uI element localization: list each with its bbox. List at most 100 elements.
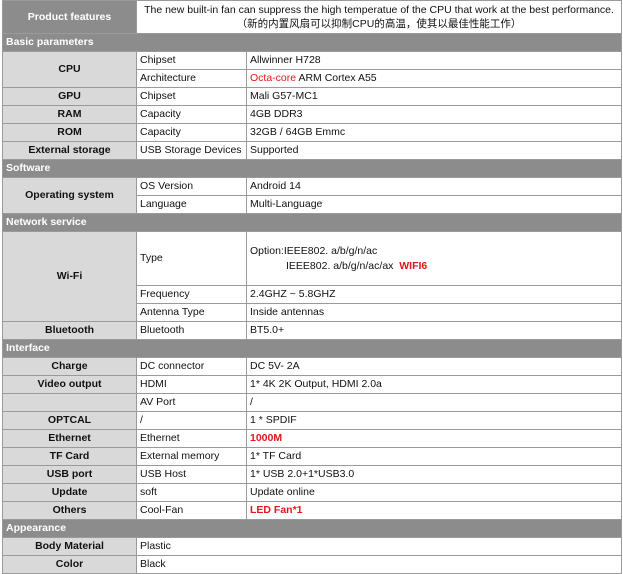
- section-software-title: Software: [2, 159, 622, 178]
- section-network-title: Network service: [2, 213, 622, 232]
- wifi-frequency-key: Frequency: [136, 285, 247, 304]
- row-bluetooth: Bluetooth Bluetooth BT5.0+: [2, 321, 622, 340]
- row-os-version: Operating system OS Version Android 14: [2, 177, 622, 214]
- body-material-value: Plastic: [136, 537, 622, 556]
- row-gpu: GPU Chipset Mali G57-MC1: [2, 87, 622, 106]
- ram-label: RAM: [2, 105, 137, 124]
- row-tfcard: TF Card External memory 1* TF Card: [2, 447, 622, 466]
- video-hdmi-key: HDMI: [136, 375, 247, 394]
- tfcard-label: TF Card: [2, 447, 137, 466]
- gpu-key: Chipset: [136, 87, 247, 106]
- ext-storage-value: Supported: [246, 141, 622, 160]
- bluetooth-value: BT5.0+: [246, 321, 622, 340]
- video-av-value: /: [246, 393, 622, 412]
- color-value: Black: [136, 555, 622, 574]
- os-version-key: OS Version: [136, 177, 247, 196]
- tfcard-value: 1* TF Card: [246, 447, 622, 466]
- product-features-text-cn: （新的内置风扇可以抑制CPU的高温，使其以最佳性能工作）: [236, 18, 522, 30]
- section-interface: Interface: [2, 339, 622, 358]
- wifi-type-highlight: WIFI6: [399, 259, 428, 272]
- usb-label: USB port: [2, 465, 137, 484]
- update-key: soft: [136, 483, 247, 502]
- row-product-features: Product features The new built-in fan ca…: [2, 0, 622, 34]
- others-key: Cool-Fan: [136, 501, 247, 520]
- video-hdmi-value: 1* 4K 2K Output, HDMI 2.0a: [246, 375, 622, 394]
- cpu-chipset-value: Allwinner H728: [246, 51, 622, 70]
- row-rom: ROM Capacity 32GB / 64GB Emmc: [2, 123, 622, 142]
- section-basic: Basic parameters: [2, 33, 622, 52]
- spec-table: Product features The new built-in fan ca…: [2, 0, 622, 574]
- row-ext-storage: External storage USB Storage Devices Sup…: [2, 141, 622, 160]
- ethernet-key: Ethernet: [136, 429, 247, 448]
- row-others: Others Cool-Fan LED Fan*1: [2, 501, 622, 520]
- product-features-text-en: The new built-in fan can suppress the hi…: [144, 4, 614, 16]
- gpu-label: GPU: [2, 87, 137, 106]
- os-language-value: Multi-Language: [246, 195, 622, 214]
- ram-key: Capacity: [136, 105, 247, 124]
- rom-label: ROM: [2, 123, 137, 142]
- os-version-value: Android 14: [246, 177, 622, 196]
- product-features-text: The new built-in fan can suppress the hi…: [136, 0, 622, 34]
- row-usb: USB port USB Host 1* USB 2.0+1*USB3.0: [2, 465, 622, 484]
- color-label: Color: [2, 555, 137, 574]
- ethernet-label: Ethernet: [2, 429, 137, 448]
- os-language-key: Language: [136, 195, 247, 214]
- optcal-label: OPTCAL: [2, 411, 137, 430]
- row-video-hdmi: Video output HDMI 1* 4K 2K Output, HDMI …: [2, 375, 622, 394]
- video-label: Video output: [2, 375, 137, 394]
- wifi-antenna-value: Inside antennas: [246, 303, 622, 322]
- others-value: LED Fan*1: [246, 501, 622, 520]
- rom-key: Capacity: [136, 123, 247, 142]
- others-label: Others: [2, 501, 137, 520]
- row-ethernet: Ethernet Ethernet 1000M: [2, 429, 622, 448]
- charge-label: Charge: [2, 357, 137, 376]
- section-basic-title: Basic parameters: [2, 33, 622, 52]
- charge-key: DC connector: [136, 357, 247, 376]
- row-video-av: AV Port /: [2, 393, 622, 412]
- wifi-frequency-value: 2.4GHZ ~ 5.8GHZ: [246, 285, 622, 304]
- cpu-arch-rest: ARM Cortex A55: [296, 72, 377, 84]
- ram-value: 4GB DDR3: [246, 105, 622, 124]
- cpu-arch-value: Octa-core ARM Cortex A55: [246, 69, 622, 88]
- cpu-chipset-key: Chipset: [136, 51, 247, 70]
- os-label: Operating system: [2, 177, 137, 214]
- wifi-type-key: Type: [136, 231, 247, 286]
- section-interface-title: Interface: [2, 339, 622, 358]
- wifi-type-line2: IEEE802. a/b/g/n/ac/ax: [286, 259, 394, 272]
- usb-key: USB Host: [136, 465, 247, 484]
- optcal-value: 1 * SPDIF: [246, 411, 622, 430]
- section-network: Network service: [2, 213, 622, 232]
- ext-storage-key: USB Storage Devices: [136, 141, 247, 160]
- body-material-label: Body Material: [2, 537, 137, 556]
- row-optcal: OPTCAL / 1 * SPDIF: [2, 411, 622, 430]
- video-av-empty: [2, 393, 137, 412]
- section-appearance: Appearance: [2, 519, 622, 538]
- wifi-type-value: Option:IEEE802. a/b/g/n/ac IEEE802. a/b/…: [246, 231, 622, 286]
- section-software: Software: [2, 159, 622, 178]
- video-av-key: AV Port: [136, 393, 247, 412]
- cpu-arch-key: Architecture: [136, 69, 247, 88]
- section-appearance-title: Appearance: [2, 519, 622, 538]
- ext-storage-label: External storage: [2, 141, 137, 160]
- product-features-label: Product features: [2, 0, 137, 34]
- row-wifi-type: Wi-Fi Type Option:IEEE802. a/b/g/n/ac IE…: [2, 231, 622, 322]
- cpu-arch-highlight: Octa-core: [250, 72, 297, 84]
- row-charge: Charge DC connector DC 5V- 2A: [2, 357, 622, 376]
- bluetooth-key: Bluetooth: [136, 321, 247, 340]
- wifi-antenna-key: Antenna Type: [136, 303, 247, 322]
- bluetooth-label: Bluetooth: [2, 321, 137, 340]
- rom-value: 32GB / 64GB Emmc: [246, 123, 622, 142]
- ethernet-value: 1000M: [246, 429, 622, 448]
- update-label: Update: [2, 483, 137, 502]
- row-body-material: Body Material Plastic: [2, 537, 622, 556]
- row-cpu-chipset: CPU Chipset Allwinner H728: [2, 51, 622, 88]
- usb-value: 1* USB 2.0+1*USB3.0: [246, 465, 622, 484]
- charge-value: DC 5V- 2A: [246, 357, 622, 376]
- update-value: Update online: [246, 483, 622, 502]
- gpu-value: Mali G57-MC1: [246, 87, 622, 106]
- row-ram: RAM Capacity 4GB DDR3: [2, 105, 622, 124]
- tfcard-key: External memory: [136, 447, 247, 466]
- row-update: Update soft Update online: [2, 483, 622, 502]
- optcal-key: /: [136, 411, 247, 430]
- row-color: Color Black: [2, 555, 622, 574]
